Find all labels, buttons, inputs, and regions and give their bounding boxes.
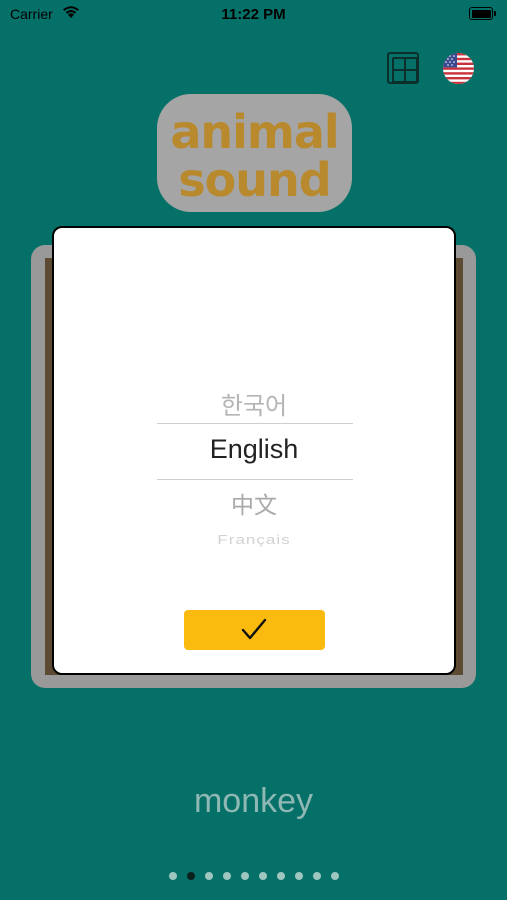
language-picker[interactable]: 한국어 English 中文 Français: [54, 228, 454, 673]
page-dot[interactable]: [240, 872, 249, 880]
language-flag-button[interactable]: [443, 53, 474, 84]
battery-icon: [469, 7, 496, 20]
language-option-english[interactable]: English: [54, 434, 454, 465]
grid-view-button[interactable]: [387, 52, 419, 84]
page-dot[interactable]: [312, 872, 321, 880]
checkmark-icon: [241, 618, 267, 640]
language-option-chinese[interactable]: 中文: [54, 486, 454, 520]
page-dot[interactable]: [222, 872, 231, 880]
language-option-french[interactable]: Français: [54, 533, 454, 548]
page-dot[interactable]: [294, 872, 303, 880]
logo-text-line2: sound: [178, 153, 331, 207]
logo-text-line1: animal: [170, 105, 339, 159]
page-dot[interactable]: [276, 872, 285, 880]
app-logo: animal sound: [157, 94, 352, 212]
language-option-korean[interactable]: 한국어: [54, 386, 454, 421]
us-flag-icon: [443, 53, 474, 84]
page-dot[interactable]: [204, 872, 213, 880]
picker-divider-bottom: [157, 479, 353, 480]
picker-divider-top: [157, 423, 353, 424]
clock: 11:22 PM: [221, 6, 286, 23]
page-indicator[interactable]: [0, 872, 507, 884]
animal-name-label: monkey: [193, 782, 314, 820]
confirm-button[interactable]: [184, 610, 325, 650]
page-dot[interactable]: [258, 872, 267, 880]
page-dot[interactable]: [186, 872, 195, 880]
page-dot[interactable]: [330, 872, 339, 880]
language-dialog: 한국어 English 中文 Français: [52, 226, 456, 675]
page-dot[interactable]: [168, 872, 177, 880]
status-bar: Carrier 11:22 PM: [0, 0, 507, 28]
